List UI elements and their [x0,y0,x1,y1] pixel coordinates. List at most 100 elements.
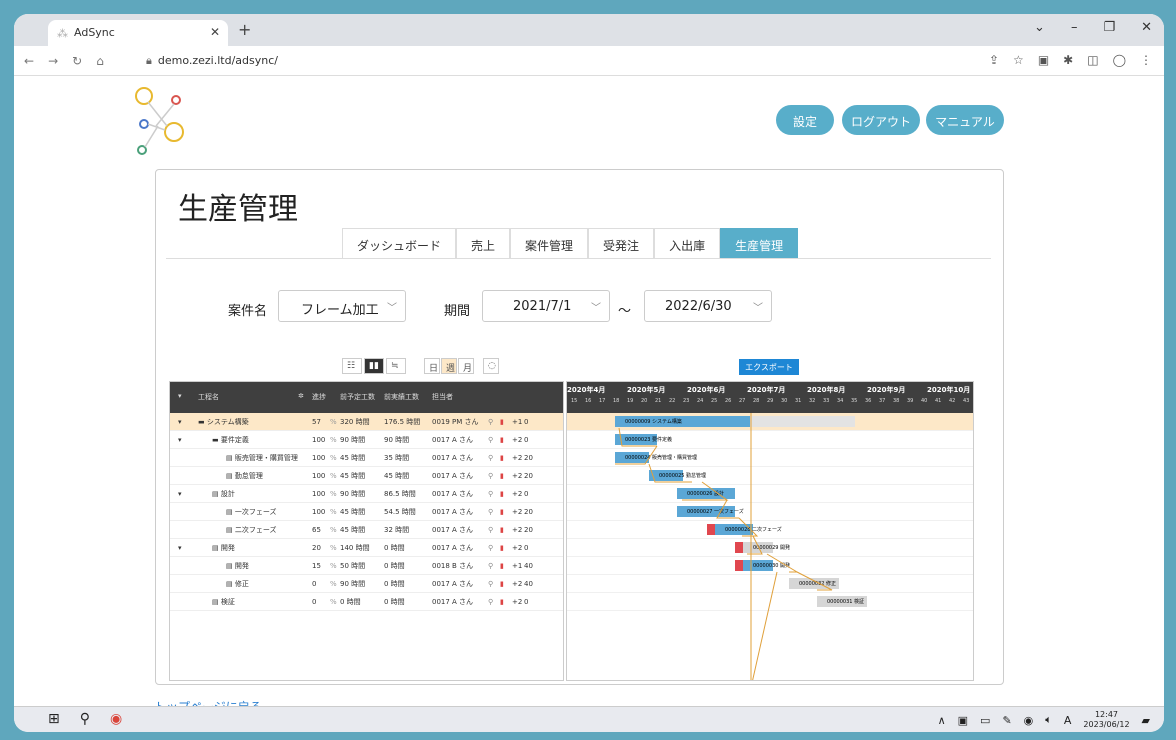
week-label: 17 [599,398,606,404]
expand-toggle-icon[interactable]: ▾ [170,544,198,552]
table-row[interactable]: ▤ 一次フェーズ 100% 45 時間 54.5 時間 0017 A さん ⚲ ▮ +2 20 [170,503,563,521]
search-icon[interactable]: ⚲ [80,711,90,727]
clock[interactable]: 12:47 2023/06/12 [1083,710,1129,730]
chevron-up-icon[interactable]: ∧ [938,714,946,727]
share-icon[interactable]: ⇪ [989,53,999,67]
search-icon[interactable]: ⚲ [488,562,500,570]
search-icon[interactable]: ⚲ [488,508,500,516]
trash-icon[interactable]: ▮ [500,418,512,426]
planned-hours: 320 時間 [340,417,370,426]
notification-icon[interactable]: ▰ [1142,714,1150,727]
table-row[interactable]: ▤ 販売管理・購買管理 100% 45 時間 35 時間 0017 A さん ⚲ ▮ +2 20 [170,449,563,467]
view-chart-icon[interactable]: ≒ [386,358,406,374]
close-window-icon[interactable]: ✕ [1141,20,1152,35]
extension-icon[interactable]: ▣ [1038,53,1049,67]
volume-icon[interactable]: 🔈︎ [1045,713,1052,727]
reload-icon[interactable]: ↻ [72,54,82,68]
chrome-icon[interactable]: ◉ [110,711,122,727]
star-icon[interactable]: ☆ [1013,53,1024,67]
expand-toggle-icon[interactable]: ▾ [170,418,198,426]
scale-month-button[interactable]: 月 [458,358,474,374]
search-icon[interactable]: ⚲ [488,472,500,480]
expand-toggle-icon[interactable]: ▾ [170,490,198,498]
home-icon[interactable]: ⌂ [96,54,104,68]
table-row[interactable]: ▤ 二次フェーズ 65% 45 時間 32 時間 0017 A さん ⚲ ▮ +2 20 [170,521,563,539]
tab-sales[interactable]: 売上 [456,228,511,258]
scale-week-button[interactable]: 週 [441,358,457,374]
view-list-icon[interactable]: ☷ [342,358,362,374]
extra-value: 0 [524,597,529,606]
settings-button[interactable]: 設定 [776,105,834,135]
trash-icon[interactable]: ▮ [500,472,512,480]
view-split-icon[interactable]: ▮▮ [364,358,384,374]
tab-inventory[interactable]: 入出庫 [654,228,721,258]
period-to-select[interactable]: 2022/6/30 ﹀ [644,290,772,322]
table-row[interactable]: ▤ 修正 0% 90 時間 0 時間 0017 A さん ⚲ ▮ +2 40 [170,575,563,593]
close-tab-icon[interactable]: ✕ [210,25,220,39]
trash-icon[interactable]: ▮ [500,580,512,588]
search-icon[interactable]: ⚲ [488,418,500,426]
puzzle-icon[interactable]: ✱ [1063,53,1073,67]
trash-icon[interactable]: ▮ [500,454,512,462]
browser-tab[interactable]: ⁂ AdSync ✕ [48,20,228,46]
search-icon[interactable]: ⚲ [488,544,500,552]
menu-icon[interactable]: ⋮ [1140,53,1152,67]
table-row[interactable]: ▾ ▬ システム構築 57% 320 時間 176.5 時間 0019 PM さん ⚲ ▮ +1… [170,413,563,431]
scale-day-button[interactable]: 日 [424,358,440,374]
collapse-all-icon[interactable]: ▾ [170,392,198,400]
ime-indicator[interactable]: A [1064,714,1072,727]
search-icon[interactable]: ⚲ [488,490,500,498]
network-icon[interactable]: ▣ [958,714,968,727]
windows-start-icon[interactable]: ⊞ [48,711,60,727]
forward-icon[interactable]: → [48,54,58,68]
trash-icon[interactable]: ▮ [500,508,512,516]
expand-toggle-icon[interactable]: ▾ [170,436,198,444]
export-button[interactable]: エクスポート [739,359,799,375]
table-row[interactable]: ▤ 開発 15% 50 時間 0 時間 0018 B さん ⚲ ▮ +1 40 [170,557,563,575]
task-name-cell: ▤ 一次フェーズ [198,507,312,517]
search-icon[interactable]: ⚲ [488,436,500,444]
table-row[interactable]: ▾ ▤ 開発 20% 140 時間 0 時間 0017 A さん ⚲ ▮ +2 0 [170,539,563,557]
battery-icon[interactable]: ▭ [980,714,990,727]
url-field[interactable]: 🔒︎ demo.zezi.ltd/adsync/ [146,52,966,70]
trash-icon[interactable]: ▮ [500,436,512,444]
search-icon[interactable]: ⚲ [488,598,500,606]
chevron-down-icon[interactable]: ⌄ [1034,20,1045,35]
restore-icon[interactable]: ❐ [1103,20,1115,35]
new-tab-icon[interactable]: + [238,20,251,39]
period-from-select[interactable]: 2021/7/1 ﹀ [482,290,610,322]
profile-icon[interactable]: ◯ [1113,53,1126,67]
sidepanel-icon[interactable]: ◫ [1087,53,1098,67]
trash-icon[interactable]: ▮ [500,526,512,534]
search-icon[interactable]: ⚲ [488,454,500,462]
document-icon: ▤ [212,489,221,498]
table-row[interactable]: ▤ 勤怠管理 100% 45 時間 45 時間 0017 A さん ⚲ ▮ +2 20 [170,467,563,485]
manual-button[interactable]: マニュアル [926,105,1004,135]
tab-orders[interactable]: 受発注 [588,228,655,258]
pen-icon[interactable]: ✎ [1002,714,1011,727]
dependency-count: +2 [512,525,523,534]
project-select[interactable]: フレーム加工 ﹀ [278,290,406,322]
chrome-tray-icon[interactable]: ◉ [1024,714,1034,727]
back-icon[interactable]: ← [24,54,34,68]
tab-dashboard[interactable]: ダッシュボード [342,228,457,258]
refresh-icon[interactable]: ◌ [483,358,499,374]
progress-value[interactable]: 57 [312,418,330,426]
gantt-chart: 2020年4月 2020年5月 2020年6月 2020年7月 2020年8月 2020年… [566,381,974,681]
logout-button[interactable]: ログアウト [842,105,920,135]
search-icon[interactable]: ⚲ [488,580,500,588]
trash-icon[interactable]: ▮ [500,562,512,570]
week-label: 27 [739,398,746,404]
tab-projects[interactable]: 案件管理 [510,228,589,258]
search-icon[interactable]: ⚲ [488,526,500,534]
minimize-icon[interactable]: – [1071,20,1078,35]
trash-icon[interactable]: ▮ [500,544,512,552]
trash-icon[interactable]: ▮ [500,490,512,498]
table-row[interactable]: ▾ ▬ 要件定義 100% 90 時間 90 時間 0017 A さん ⚲ ▮ +2 0 [170,431,563,449]
task-name-cell: ▤ 開発 [198,561,312,571]
gear-icon[interactable]: ✲ [298,392,312,400]
table-row[interactable]: ▤ 検証 0% 0 時間 0 時間 0017 A さん ⚲ ▮ +2 0 [170,593,563,611]
table-row[interactable]: ▾ ▤ 設計 100% 90 時間 86.5 時間 0017 A さん ⚲ ▮ +2 0 [170,485,563,503]
tab-production[interactable]: 生産管理 [720,228,799,258]
trash-icon[interactable]: ▮ [500,598,512,606]
